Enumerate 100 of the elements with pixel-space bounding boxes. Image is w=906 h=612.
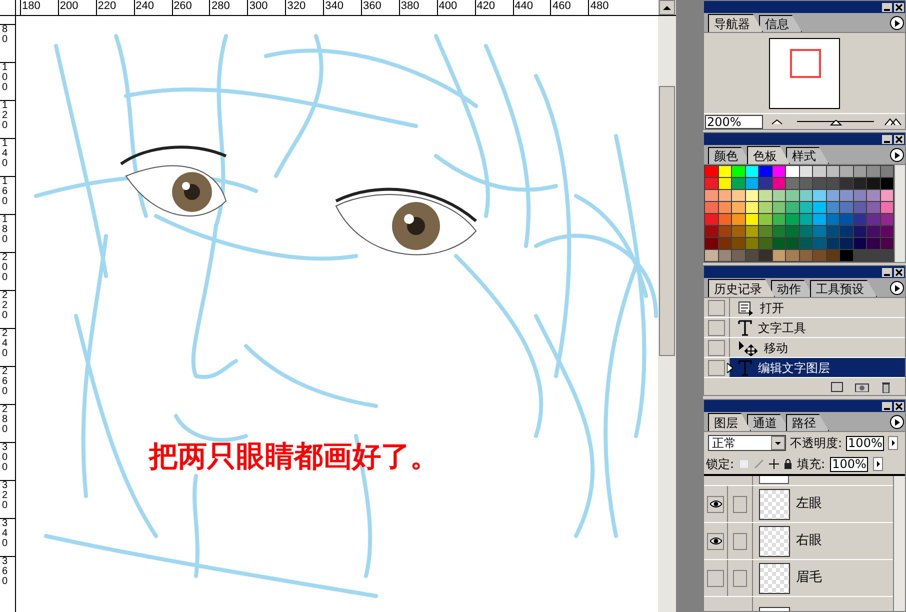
color-swatch[interactable]	[732, 226, 744, 237]
brush-icon[interactable]	[754, 459, 764, 469]
color-swatch[interactable]	[718, 238, 731, 249]
color-swatch[interactable]	[746, 166, 758, 177]
color-swatch[interactable]	[746, 202, 758, 213]
color-swatch[interactable]	[732, 178, 744, 189]
color-swatch[interactable]	[718, 250, 731, 261]
color-swatch[interactable]	[772, 250, 785, 261]
color-swatch[interactable]	[759, 190, 772, 201]
move-icon[interactable]	[769, 459, 780, 469]
panel-tab[interactable]: 信息	[759, 15, 802, 32]
color-swatch[interactable]	[786, 202, 798, 213]
color-swatch[interactable]	[813, 214, 826, 225]
zoom-slider-thumb[interactable]	[830, 120, 842, 126]
color-swatch[interactable]	[759, 166, 772, 177]
panel-menu-button[interactable]	[890, 415, 904, 429]
color-swatch[interactable]	[840, 226, 852, 237]
color-swatch[interactable]	[880, 166, 893, 177]
close-button[interactable]	[894, 134, 904, 144]
color-swatch[interactable]	[732, 190, 744, 201]
fill-field[interactable]: 100%	[830, 456, 868, 472]
history-item[interactable]: 文字工具	[730, 318, 905, 337]
zoom-field[interactable]: 200%	[705, 114, 763, 128]
panel-tab[interactable]: 样式	[786, 147, 829, 164]
color-swatch[interactable]	[840, 250, 852, 261]
color-swatch[interactable]	[786, 226, 798, 237]
color-swatch[interactable]	[772, 202, 785, 213]
opacity-arrow-button[interactable]	[888, 436, 898, 450]
color-swatch[interactable]	[800, 238, 812, 249]
minimize-button[interactable]	[882, 134, 892, 144]
color-swatch[interactable]	[800, 214, 812, 225]
color-swatch[interactable]	[840, 166, 852, 177]
color-swatch[interactable]	[759, 214, 772, 225]
color-swatch[interactable]	[813, 166, 826, 177]
panel-tab[interactable]: 图层	[708, 413, 751, 431]
color-swatch[interactable]	[732, 214, 744, 225]
color-swatch[interactable]	[705, 250, 718, 261]
color-swatch[interactable]	[772, 166, 785, 177]
color-swatch[interactable]	[786, 214, 798, 225]
color-swatch[interactable]	[746, 178, 758, 189]
color-swatch[interactable]	[759, 202, 772, 213]
vertical-scrollbar[interactable]	[658, 16, 676, 612]
panel-menu-button[interactable]	[890, 16, 904, 30]
color-swatch[interactable]	[772, 214, 785, 225]
color-swatch[interactable]	[854, 190, 866, 201]
color-swatch[interactable]	[813, 202, 826, 213]
history-item[interactable]: 移动	[730, 338, 905, 357]
visibility-toggle[interactable]	[707, 570, 724, 586]
color-swatch[interactable]	[800, 166, 812, 177]
color-swatch[interactable]	[826, 250, 839, 261]
color-swatch[interactable]	[813, 238, 826, 249]
color-swatch[interactable]	[772, 238, 785, 249]
new-document-icon[interactable]	[831, 382, 843, 392]
layer-link-box[interactable]	[733, 532, 747, 550]
color-swatch[interactable]	[867, 166, 880, 177]
swatches-scrollbar[interactable]	[894, 165, 905, 262]
color-swatch[interactable]	[813, 178, 826, 189]
color-swatch[interactable]	[826, 214, 839, 225]
color-swatch[interactable]	[840, 190, 852, 201]
close-button[interactable]	[894, 268, 904, 276]
color-swatch[interactable]	[840, 238, 852, 249]
color-swatch[interactable]	[759, 226, 772, 237]
color-swatch[interactable]	[746, 238, 758, 249]
color-swatch[interactable]	[867, 226, 880, 237]
color-swatch[interactable]	[718, 190, 731, 201]
color-swatch[interactable]	[786, 166, 798, 177]
color-swatch[interactable]	[826, 238, 839, 249]
panel-tab[interactable]: 导航器	[708, 14, 763, 32]
color-swatch[interactable]	[800, 178, 812, 189]
color-swatch[interactable]	[718, 178, 731, 189]
color-swatch[interactable]	[867, 238, 880, 249]
color-swatch[interactable]	[746, 226, 758, 237]
layer-row[interactable]: 眉毛	[704, 560, 893, 597]
color-swatch[interactable]	[880, 214, 893, 225]
visibility-toggle[interactable]	[707, 532, 724, 550]
visibility-toggle[interactable]	[707, 496, 724, 512]
color-swatch[interactable]	[705, 214, 718, 225]
color-swatch[interactable]	[746, 214, 758, 225]
fill-arrow-button[interactable]	[873, 457, 884, 471]
color-swatch[interactable]	[854, 226, 866, 237]
color-swatch[interactable]	[732, 250, 744, 261]
layer-row[interactable]: 左眼	[704, 486, 893, 523]
zoom-in-icon[interactable]	[884, 118, 902, 126]
color-swatch[interactable]	[705, 238, 718, 249]
color-swatch[interactable]	[705, 202, 718, 213]
color-swatch[interactable]	[854, 214, 866, 225]
history-item[interactable]: 打开	[730, 298, 905, 317]
color-swatch[interactable]	[840, 202, 852, 213]
layers-scrollbar[interactable]	[893, 476, 905, 611]
color-swatch[interactable]	[746, 250, 758, 261]
color-swatch[interactable]	[826, 202, 839, 213]
color-swatch[interactable]	[880, 226, 893, 237]
minimize-button[interactable]	[882, 268, 892, 276]
layer-link-box[interactable]	[733, 570, 747, 586]
color-swatch[interactable]	[759, 178, 772, 189]
color-swatch[interactable]	[880, 190, 893, 201]
lock-transparency-icon[interactable]	[739, 459, 750, 469]
color-swatch[interactable]	[854, 238, 866, 249]
color-swatch[interactable]	[746, 190, 758, 201]
minimize-button[interactable]	[882, 402, 892, 410]
